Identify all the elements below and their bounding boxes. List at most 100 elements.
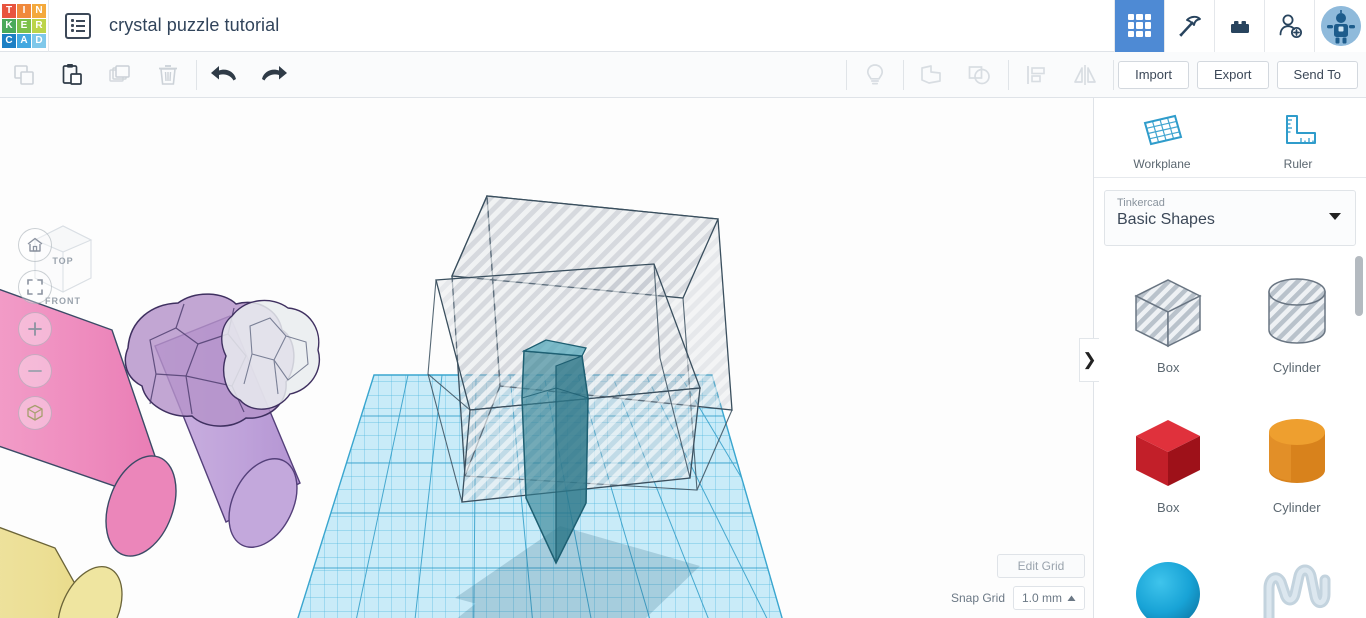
shape-box-hole[interactable]: Box (1104, 258, 1233, 398)
logo-tile-t: T (2, 3, 16, 18)
user-avatar-button[interactable] (1314, 0, 1366, 52)
export-button[interactable]: Export (1196, 60, 1269, 89)
toolbar-divider-1 (196, 59, 197, 90)
shape-library-category: Tinkercad (1117, 197, 1165, 209)
shape-cylinder-hole[interactable]: Cylinder (1233, 258, 1362, 398)
fit-to-view-button[interactable] (18, 270, 52, 304)
apps-grid-button[interactable] (1114, 0, 1164, 52)
list-document-icon[interactable] (65, 12, 91, 39)
import-button[interactable]: Import (1118, 60, 1189, 89)
duplicate-button[interactable] (96, 52, 144, 98)
mirror-button[interactable] (1061, 52, 1109, 98)
3d-scene[interactable] (0, 98, 1093, 618)
zoom-in-button[interactable] (18, 312, 52, 346)
copy-button[interactable] (0, 52, 48, 98)
align-icon (1027, 65, 1045, 84)
shape-label: Box (1157, 360, 1180, 375)
cylinder-hole-icon (1268, 278, 1326, 344)
box-hole-icon (1134, 279, 1202, 348)
ruler-icon (1286, 114, 1316, 144)
logo-tile-c: C (2, 33, 16, 48)
delete-button[interactable] (144, 52, 192, 98)
group-button[interactable] (908, 52, 956, 98)
trash-icon (159, 64, 177, 85)
logo-tile-a: A (17, 33, 31, 48)
scribble-icon (1263, 564, 1331, 618)
blocks-button[interactable] (1214, 0, 1264, 52)
shape-cylinder-orange[interactable]: Cylinder (1233, 398, 1362, 538)
page-title[interactable]: crystal puzzle tutorial (109, 15, 279, 36)
redo-button[interactable] (249, 52, 297, 98)
plus-icon (28, 322, 42, 336)
3d-canvas[interactable]: TOP FRONT Edit Grid Snap Grid 1.0 mm (0, 98, 1093, 618)
snap-grid-select[interactable]: 1.0 mm (1013, 586, 1085, 610)
apps-grid-icon (1127, 13, 1152, 38)
box-red-icon (1136, 420, 1201, 486)
logo-tile-r: R (32, 18, 46, 33)
scene-crystal-cluster[interactable] (124, 293, 320, 427)
ruler-tool[interactable]: Ruler (1230, 98, 1366, 177)
panel-tool-row: Workplane Ruler (1094, 98, 1366, 178)
fit-view-icon (27, 279, 43, 295)
cylinder-orange-icon (1268, 419, 1325, 483)
workplane-icon (1143, 114, 1183, 145)
shape-library-name: Basic Shapes (1117, 211, 1215, 228)
ruler-tool-label: Ruler (1283, 156, 1313, 171)
notes-button[interactable] (851, 52, 899, 98)
align-button[interactable] (1013, 52, 1061, 98)
shape-sphere-blue[interactable] (1104, 538, 1233, 618)
undo-icon (211, 65, 236, 80)
zoom-out-button[interactable] (18, 354, 52, 388)
mirror-icon (1074, 64, 1096, 85)
toolbar-divider-4 (1008, 59, 1010, 90)
redo-icon (262, 65, 287, 80)
logo-tile-d: D (32, 33, 46, 48)
lightbulb-icon (867, 63, 884, 84)
shape-scribble[interactable] (1233, 538, 1362, 618)
minus-icon (28, 370, 42, 372)
home-view-button[interactable] (18, 228, 52, 262)
perspective-toggle-button[interactable] (18, 396, 52, 430)
workplane-tool-label: Workplane (1133, 156, 1191, 171)
shape-label: Cylinder (1272, 500, 1321, 515)
home-icon (27, 237, 43, 252)
send-to-button[interactable]: Send To (1276, 60, 1358, 89)
minecraft-button[interactable] (1164, 0, 1214, 52)
toolbar-divider-5 (1113, 59, 1115, 90)
edit-grid-button[interactable]: Edit Grid (997, 554, 1085, 578)
workplane-tool[interactable]: Workplane (1094, 98, 1230, 177)
shape-label: Cylinder (1272, 360, 1321, 375)
add-user-icon (1279, 14, 1302, 38)
logo-tile-k: K (2, 18, 16, 33)
top-bar: TIN KER CAD crystal puzzle tutorial (0, 0, 1366, 52)
paste-button[interactable] (48, 52, 96, 98)
toolbar-divider-3 (903, 59, 905, 90)
undo-button[interactable] (201, 52, 249, 98)
lego-brick-icon (1230, 20, 1249, 33)
copy-icon (14, 64, 34, 85)
sphere-blue-icon (1136, 562, 1201, 618)
snap-grid-value: 1.0 mm (1021, 591, 1062, 605)
shape-label: Box (1157, 500, 1180, 515)
duplicate-icon (109, 64, 130, 82)
perspective-box-icon (27, 404, 43, 421)
edit-toolbar: Import Export Send To (0, 52, 1366, 98)
shape-library-select[interactable]: Tinkercad Basic Shapes (1104, 190, 1356, 246)
group-icon (921, 64, 941, 84)
chevron-down-icon (1329, 213, 1341, 220)
collapse-panel-button[interactable]: ❯ (1079, 338, 1099, 382)
tinkercad-logo[interactable]: TIN KER CAD (0, 2, 48, 50)
logo-tile-n: N (32, 3, 46, 18)
panel-scrollbar[interactable] (1355, 254, 1363, 614)
paste-icon (62, 63, 82, 85)
toolbar-divider-2 (846, 59, 848, 90)
shapes-panel: Workplane Ruler Tinkercad Basic Shapes B… (1093, 98, 1366, 618)
logo-tile-e: E (17, 18, 31, 33)
ungroup-button[interactable] (956, 52, 1004, 98)
add-user-button[interactable] (1264, 0, 1314, 52)
header-divider-1 (48, 0, 49, 52)
snap-grid-label: Snap Grid (950, 591, 1005, 605)
snap-grid-row: Snap Grid 1.0 mm (951, 586, 1085, 610)
panel-scrollbar-thumb[interactable] (1355, 256, 1363, 316)
shape-box-red[interactable]: Box (1104, 398, 1233, 538)
